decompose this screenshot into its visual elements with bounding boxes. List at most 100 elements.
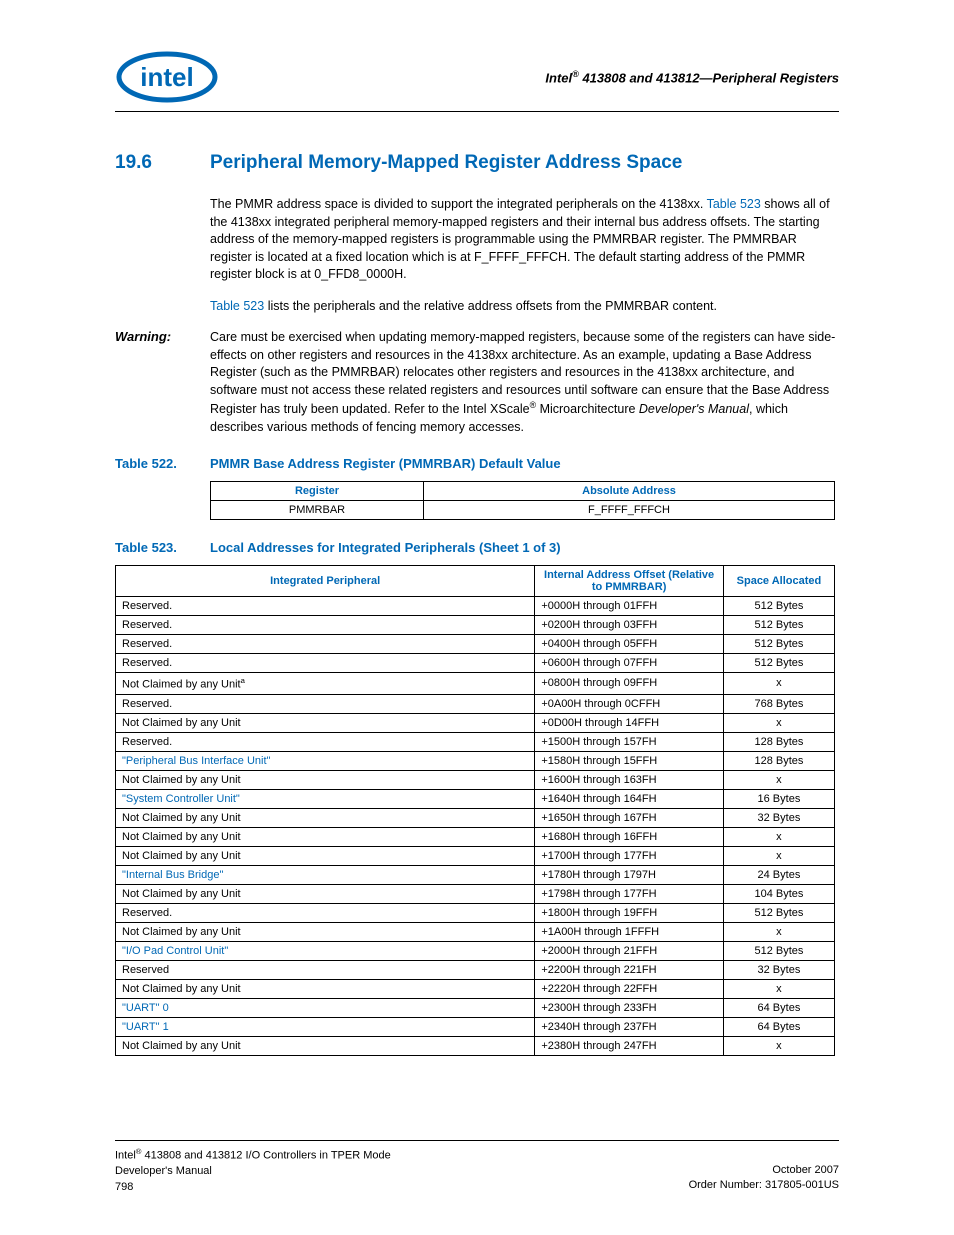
peripheral-cell[interactable]: "I/O Pad Control Unit" xyxy=(116,941,535,960)
offset-cell: +1A00H through 1FFFH xyxy=(535,922,724,941)
space-cell: 32 Bytes xyxy=(723,960,834,979)
peripheral-cell[interactable]: "Peripheral Bus Interface Unit" xyxy=(116,751,535,770)
table-row: Reserved.+1500H through 157FH128 Bytes xyxy=(116,732,835,751)
peripheral-cell: Not Claimed by any Unita xyxy=(116,673,535,695)
table-row: "Peripheral Bus Interface Unit"+1580H th… xyxy=(116,751,835,770)
table-523-link[interactable]: Table 523 xyxy=(210,299,264,313)
space-cell: 64 Bytes xyxy=(723,998,834,1017)
section-title: Peripheral Memory-Mapped Register Addres… xyxy=(210,152,682,174)
space-cell: 104 Bytes xyxy=(723,884,834,903)
space-cell: 128 Bytes xyxy=(723,751,834,770)
paragraph-1: The PMMR address space is divided to sup… xyxy=(115,196,839,284)
table-row: "Internal Bus Bridge"+1780H through 1797… xyxy=(116,865,835,884)
space-cell: x xyxy=(723,713,834,732)
peripheral-cell: Reserved. xyxy=(116,732,535,751)
table-row: "I/O Pad Control Unit"+2000H through 21F… xyxy=(116,941,835,960)
offset-cell: +1798H through 177FH xyxy=(535,884,724,903)
table-row: Reserved+2200H through 221FH32 Bytes xyxy=(116,960,835,979)
space-cell: 768 Bytes xyxy=(723,694,834,713)
table-522-caption: Table 522. PMMR Base Address Register (P… xyxy=(115,456,839,471)
space-cell: x xyxy=(723,1036,834,1055)
table-row: Reserved.+0400H through 05FFH512 Bytes xyxy=(116,635,835,654)
peripheral-cell: Reserved. xyxy=(116,654,535,673)
space-cell: 512 Bytes xyxy=(723,597,834,616)
t523-header-space: Space Allocated xyxy=(723,566,834,597)
header-title: Intel® 413808 and 413812—Peripheral Regi… xyxy=(545,69,839,85)
offset-cell: +0000H through 01FFH xyxy=(535,597,724,616)
section-heading: 19.6 Peripheral Memory-Mapped Register A… xyxy=(115,152,839,174)
offset-cell: +2200H through 221FH xyxy=(535,960,724,979)
table-row: Not Claimed by any Unit+1A00H through 1F… xyxy=(116,922,835,941)
space-cell: 512 Bytes xyxy=(723,903,834,922)
offset-cell: +0A00H through 0CFFH xyxy=(535,694,724,713)
table-row: Not Claimed by any Unit+1650H through 16… xyxy=(116,808,835,827)
footer-right: October 2007 Order Number: 317805-001US xyxy=(689,1147,839,1195)
offset-cell: +1680H through 16FFH xyxy=(535,827,724,846)
peripheral-cell[interactable]: "Internal Bus Bridge" xyxy=(116,865,535,884)
table-row: Reserved.+1800H through 19FFH512 Bytes xyxy=(116,903,835,922)
peripheral-cell: Reserved. xyxy=(116,616,535,635)
space-cell: 512 Bytes xyxy=(723,654,834,673)
table-row: Not Claimed by any Unit+1798H through 17… xyxy=(116,884,835,903)
table-row: Reserved.+0000H through 01FFH512 Bytes xyxy=(116,597,835,616)
offset-cell: +2300H through 233FH xyxy=(535,998,724,1017)
table-row: "System Controller Unit"+1640H through 1… xyxy=(116,789,835,808)
intel-logo: intel xyxy=(115,50,220,105)
peripheral-cell: Not Claimed by any Unit xyxy=(116,884,535,903)
table-row: PMMRBAR F_FFFF_FFFCH xyxy=(211,501,835,520)
space-cell: x xyxy=(723,979,834,998)
table-row: Not Claimed by any Unit+0D00H through 14… xyxy=(116,713,835,732)
page-header: intel Intel® 413808 and 413812—Periphera… xyxy=(115,50,839,112)
peripheral-cell: Not Claimed by any Unit xyxy=(116,846,535,865)
peripheral-cell: Not Claimed by any Unit xyxy=(116,922,535,941)
peripheral-cell: Reserved. xyxy=(116,903,535,922)
table-523-link[interactable]: Table 523 xyxy=(707,197,761,211)
peripheral-cell[interactable]: "System Controller Unit" xyxy=(116,789,535,808)
space-cell: 512 Bytes xyxy=(723,941,834,960)
space-cell: x xyxy=(723,846,834,865)
t523-header-peripheral: Integrated Peripheral xyxy=(116,566,535,597)
peripheral-cell: Not Claimed by any Unit xyxy=(116,1036,535,1055)
space-cell: x xyxy=(723,770,834,789)
peripheral-cell: Not Claimed by any Unit xyxy=(116,713,535,732)
space-cell: 16 Bytes xyxy=(723,789,834,808)
offset-cell: +1500H through 157FH xyxy=(535,732,724,751)
table-row: Reserved.+0200H through 03FFH512 Bytes xyxy=(116,616,835,635)
peripheral-cell: Not Claimed by any Unit xyxy=(116,808,535,827)
table-row: "UART" 1+2340H through 237FH64 Bytes xyxy=(116,1017,835,1036)
peripheral-cell: Reserved. xyxy=(116,635,535,654)
offset-cell: +0800H through 09FFH xyxy=(535,673,724,695)
table-row: Reserved.+0600H through 07FFH512 Bytes xyxy=(116,654,835,673)
space-cell: 64 Bytes xyxy=(723,1017,834,1036)
svg-text:intel: intel xyxy=(140,62,193,92)
offset-cell: +2220H through 22FFH xyxy=(535,979,724,998)
table-523-caption: Table 523. Local Addresses for Integrate… xyxy=(115,540,839,555)
table-row: Not Claimed by any Unit+2220H through 22… xyxy=(116,979,835,998)
offset-cell: +1580H through 15FFH xyxy=(535,751,724,770)
table-row: Not Claimed by any Unit+1700H through 17… xyxy=(116,846,835,865)
offset-cell: +1650H through 167FH xyxy=(535,808,724,827)
space-cell: x xyxy=(723,922,834,941)
table-row: Not Claimed by any Unit+1680H through 16… xyxy=(116,827,835,846)
offset-cell: +0D00H through 14FFH xyxy=(535,713,724,732)
space-cell: x xyxy=(723,827,834,846)
table-row: Reserved.+0A00H through 0CFFH768 Bytes xyxy=(116,694,835,713)
offset-cell: +1800H through 19FFH xyxy=(535,903,724,922)
table-row: Not Claimed by any Unita+0800H through 0… xyxy=(116,673,835,695)
table-row: Not Claimed by any Unit+1600H through 16… xyxy=(116,770,835,789)
offset-cell: +2340H through 237FH xyxy=(535,1017,724,1036)
peripheral-cell: Not Claimed by any Unit xyxy=(116,770,535,789)
peripheral-cell[interactable]: "UART" 1 xyxy=(116,1017,535,1036)
peripheral-cell: Not Claimed by any Unit xyxy=(116,827,535,846)
offset-cell: +2380H through 247FH xyxy=(535,1036,724,1055)
footer-left: Intel® 413808 and 413812 I/O Controllers… xyxy=(115,1147,391,1195)
offset-cell: +0600H through 07FFH xyxy=(535,654,724,673)
peripheral-cell: Reserved xyxy=(116,960,535,979)
offset-cell: +0400H through 05FFH xyxy=(535,635,724,654)
t522-header-address: Absolute Address xyxy=(424,482,835,501)
offset-cell: +1700H through 177FH xyxy=(535,846,724,865)
offset-cell: +1640H through 164FH xyxy=(535,789,724,808)
peripheral-cell[interactable]: "UART" 0 xyxy=(116,998,535,1017)
page-footer: Intel® 413808 and 413812 I/O Controllers… xyxy=(115,1140,839,1195)
space-cell: 24 Bytes xyxy=(723,865,834,884)
